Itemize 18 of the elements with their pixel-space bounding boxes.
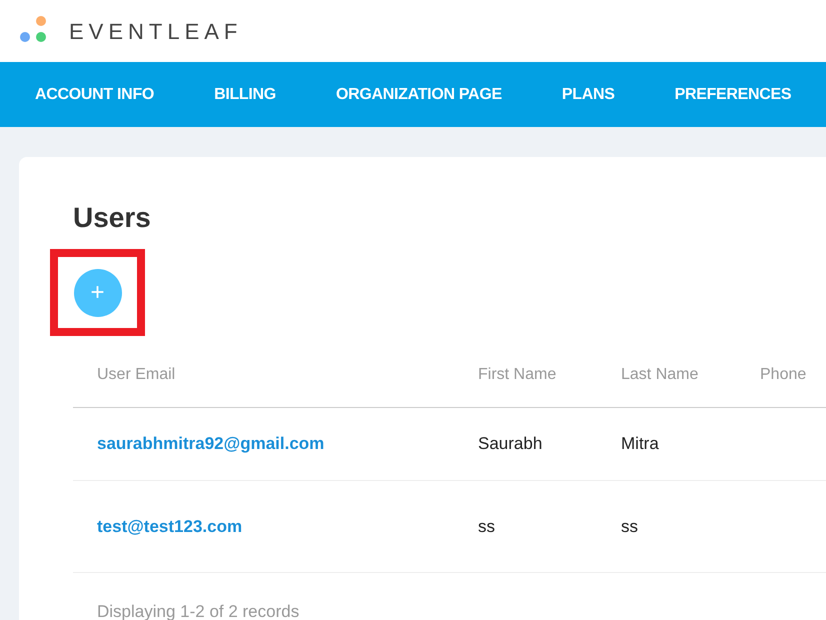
column-header: Phone: [760, 366, 806, 383]
email-link[interactable]: test@test123.com: [97, 516, 242, 536]
table-cell: ss: [478, 516, 495, 536]
table-cell: Saurabh: [478, 434, 542, 453]
nav-link[interactable]: PLANS: [562, 82, 615, 106]
column-header: User Email: [97, 366, 176, 383]
nav-link[interactable]: PREFERENCES: [674, 82, 792, 106]
nav-link[interactable]: BILLING: [214, 82, 276, 106]
brand-name: EVENTLEAF: [69, 18, 242, 46]
page-title: Users: [73, 201, 152, 235]
column-header: Last Name: [621, 366, 698, 383]
table-cell: Mitra: [621, 434, 659, 453]
column-header: First Name: [478, 366, 556, 383]
add-button[interactable]: +: [74, 268, 122, 316]
email-link[interactable]: saurabhmitra92@gmail.com: [97, 434, 324, 453]
table-cell: ss: [621, 516, 638, 536]
nav-link[interactable]: ACCOUNT INFO: [35, 82, 154, 106]
nav-link[interactable]: ORGANIZATION PAGE: [336, 82, 502, 106]
